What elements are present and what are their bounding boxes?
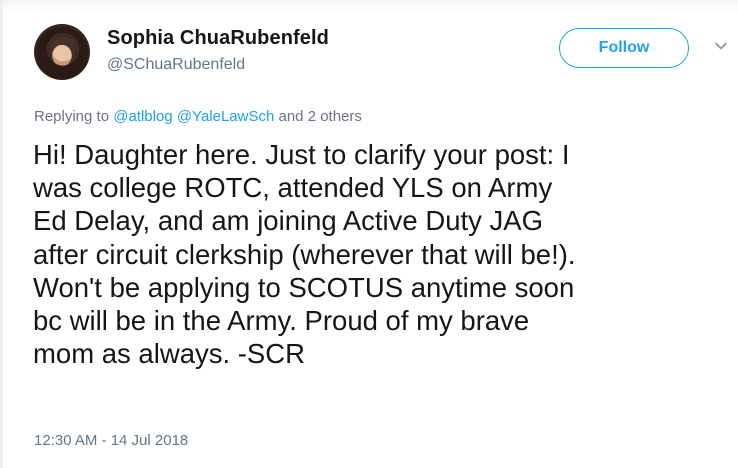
tweet-text-line: Won't be applying to SCOTUS anytime soon [33,271,575,303]
tweet-text: Hi! Daughter here. Just to clarify your … [33,138,703,370]
replying-to-line: Replying to @atlblog @YaleLawSch and 2 o… [34,108,362,125]
follow-button[interactable]: Follow [559,28,689,68]
replying-to-suffix[interactable]: and 2 others [279,108,362,125]
mention-link-atlblog[interactable]: @atlblog [113,108,172,125]
tweet-text-line: bc will be in the Army. Proud of my brav… [33,304,530,336]
avatar[interactable] [34,24,90,80]
tweet-text-line: mom as always. -SCR [33,338,305,370]
replying-to-prefix: Replying to [34,108,110,125]
tweet-text-line: was college ROTC, attended YLS on Army [33,172,553,204]
tweet-timestamp[interactable]: 12:30 AM - 14 Jul 2018 [34,432,188,449]
author-name[interactable]: Sophia ChuaRubenfeld [107,27,329,50]
mention-link-yalelawsch[interactable]: @YaleLawSch [177,108,275,125]
avatar-hair [36,27,88,79]
author-handle[interactable]: @SChuaRubenfeld [107,56,245,74]
tweet-text-line: after circuit clerkship (wherever that w… [33,238,576,270]
tweet-text-line: Ed Delay, and am joining Active Duty JAG [33,205,544,237]
chevron-down-icon[interactable] [713,38,729,54]
tweet-text-line: Hi! Daughter here. Just to clarify your … [33,139,570,170]
